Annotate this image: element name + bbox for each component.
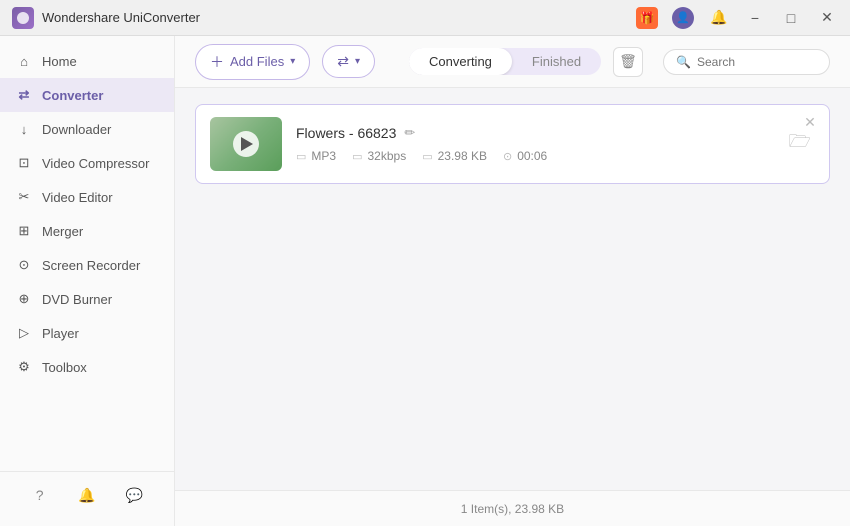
sidebar-item-label: Video Editor bbox=[42, 190, 113, 205]
file-info: Flowers - 66823 ✏ ▭ MP3 ▭ 32kbps bbox=[296, 125, 775, 163]
maximize-button[interactable]: □ bbox=[780, 7, 802, 29]
convert-icon: ⇄ bbox=[337, 53, 349, 70]
add-files-label: Add Files bbox=[230, 54, 284, 69]
bitrate-icon: ▭ bbox=[352, 150, 362, 163]
sidebar-item-converter[interactable]: ⇄ Converter bbox=[0, 78, 174, 112]
merger-icon: ⊞ bbox=[16, 223, 32, 239]
sidebar-item-home[interactable]: ⌂ Home bbox=[0, 44, 174, 78]
sidebar-item-dvd-burner[interactable]: ⊕ DVD Burner bbox=[0, 282, 174, 316]
help-icon[interactable]: ? bbox=[29, 484, 51, 506]
status-bar: 1 Item(s), 23.98 KB bbox=[175, 490, 850, 526]
screen-recorder-icon: ⊙ bbox=[16, 257, 32, 273]
title-bar-right: 🎁 👤 🔔 − □ ✕ bbox=[636, 7, 838, 29]
main-layout: ⌂ Home ⇄ Converter ↓ Downloader ⊡ Video … bbox=[0, 36, 850, 526]
toolbox-icon: ⚙ bbox=[16, 359, 32, 375]
downloader-icon: ↓ bbox=[16, 121, 32, 137]
file-format: ▭ MP3 bbox=[296, 149, 336, 163]
sidebar-item-video-editor[interactable]: ✂ Video Editor bbox=[0, 180, 174, 214]
file-name-row: Flowers - 66823 ✏ bbox=[296, 125, 775, 141]
sidebar-item-label: Converter bbox=[42, 88, 103, 103]
file-area: Flowers - 66823 ✏ ▭ MP3 ▭ 32kbps bbox=[175, 88, 850, 490]
app-logo bbox=[12, 7, 34, 29]
search-icon: 🔍 bbox=[676, 55, 691, 69]
play-button[interactable] bbox=[233, 131, 259, 157]
video-editor-icon: ✂ bbox=[16, 189, 32, 205]
sidebar-item-label: Merger bbox=[42, 224, 83, 239]
file-name: Flowers - 66823 bbox=[296, 125, 396, 141]
add-files-dropdown-icon: ▾ bbox=[290, 56, 295, 67]
sidebar-item-label: Downloader bbox=[42, 122, 111, 137]
add-files-button[interactable]: ＋ Add Files ▾ bbox=[195, 44, 310, 80]
sidebar-item-label: DVD Burner bbox=[42, 292, 112, 307]
delete-button[interactable]: 🗑 bbox=[613, 47, 643, 77]
sidebar-item-label: Video Compressor bbox=[42, 156, 149, 171]
app-title: Wondershare UniConverter bbox=[42, 10, 200, 25]
delete-icon: 🗑 bbox=[619, 53, 637, 70]
home-icon: ⌂ bbox=[16, 53, 32, 69]
open-folder-icon[interactable]: 🗁 bbox=[789, 129, 811, 159]
edit-icon[interactable]: ✏ bbox=[404, 125, 415, 141]
player-icon: ▷ bbox=[16, 325, 32, 341]
sidebar-item-merger[interactable]: ⊞ Merger bbox=[0, 214, 174, 248]
sidebar-bottom: ? 🔔 💬 bbox=[0, 471, 174, 518]
file-close-button[interactable]: ✕ bbox=[801, 113, 819, 131]
title-bar-left: Wondershare UniConverter bbox=[12, 7, 200, 29]
file-duration: ⊙ 00:06 bbox=[503, 149, 547, 163]
sidebar-item-screen-recorder[interactable]: ⊙ Screen Recorder bbox=[0, 248, 174, 282]
sidebar-item-video-compressor[interactable]: ⊡ Video Compressor bbox=[0, 146, 174, 180]
add-files-icon: ＋ bbox=[210, 52, 224, 72]
convert-settings-button[interactable]: ⇄ ▾ bbox=[322, 45, 375, 78]
size-value: 23.98 KB bbox=[438, 149, 487, 163]
sidebar-item-label: Home bbox=[42, 54, 77, 69]
dvd-burner-icon: ⊕ bbox=[16, 291, 32, 307]
minimize-button[interactable]: − bbox=[744, 7, 766, 29]
sidebar-item-toolbox[interactable]: ⚙ Toolbox bbox=[0, 350, 174, 384]
bitrate-value: 32kbps bbox=[368, 149, 407, 163]
video-compressor-icon: ⊡ bbox=[16, 155, 32, 171]
duration-icon: ⊙ bbox=[503, 150, 512, 163]
file-thumbnail bbox=[210, 117, 282, 171]
file-bitrate: ▭ 32kbps bbox=[352, 149, 406, 163]
file-meta: ▭ MP3 ▭ 32kbps ▭ 23.98 KB ⊙ bbox=[296, 149, 775, 163]
format-value: MP3 bbox=[311, 149, 336, 163]
tab-finished[interactable]: Finished bbox=[512, 48, 601, 75]
file-card: Flowers - 66823 ✏ ▭ MP3 ▭ 32kbps bbox=[195, 104, 830, 184]
toolbar: ＋ Add Files ▾ ⇄ ▾ Converting Finished 🗑 … bbox=[175, 36, 850, 88]
duration-value: 00:06 bbox=[517, 149, 547, 163]
file-size: ▭ 23.98 KB bbox=[422, 149, 487, 163]
title-bar: Wondershare UniConverter 🎁 👤 🔔 − □ ✕ bbox=[0, 0, 850, 36]
feedback-icon[interactable]: 💬 bbox=[123, 484, 145, 506]
sidebar-item-downloader[interactable]: ↓ Downloader bbox=[0, 112, 174, 146]
sidebar-item-label: Toolbox bbox=[42, 360, 87, 375]
content-area: ＋ Add Files ▾ ⇄ ▾ Converting Finished 🗑 … bbox=[175, 36, 850, 526]
sidebar-item-player[interactable]: ▷ Player bbox=[0, 316, 174, 350]
converter-icon: ⇄ bbox=[16, 87, 32, 103]
gift-icon[interactable]: 🎁 bbox=[636, 7, 658, 29]
user-icon[interactable]: 👤 bbox=[672, 7, 694, 29]
status-text: 1 Item(s), 23.98 KB bbox=[461, 502, 564, 516]
search-input[interactable] bbox=[697, 55, 817, 69]
bell-icon[interactable]: 🔔 bbox=[708, 7, 730, 29]
size-icon: ▭ bbox=[422, 150, 432, 163]
play-icon bbox=[241, 137, 253, 151]
sidebar: ⌂ Home ⇄ Converter ↓ Downloader ⊡ Video … bbox=[0, 36, 175, 526]
tab-group: Converting Finished bbox=[409, 48, 601, 75]
notification-bell-icon[interactable]: 🔔 bbox=[76, 484, 98, 506]
convert-dropdown-icon: ▾ bbox=[355, 56, 360, 67]
sidebar-item-label: Player bbox=[42, 326, 79, 341]
search-box: 🔍 bbox=[663, 49, 830, 75]
sidebar-item-label: Screen Recorder bbox=[42, 258, 140, 273]
format-icon: ▭ bbox=[296, 150, 306, 163]
close-button[interactable]: ✕ bbox=[816, 7, 838, 29]
tab-converting[interactable]: Converting bbox=[409, 48, 512, 75]
